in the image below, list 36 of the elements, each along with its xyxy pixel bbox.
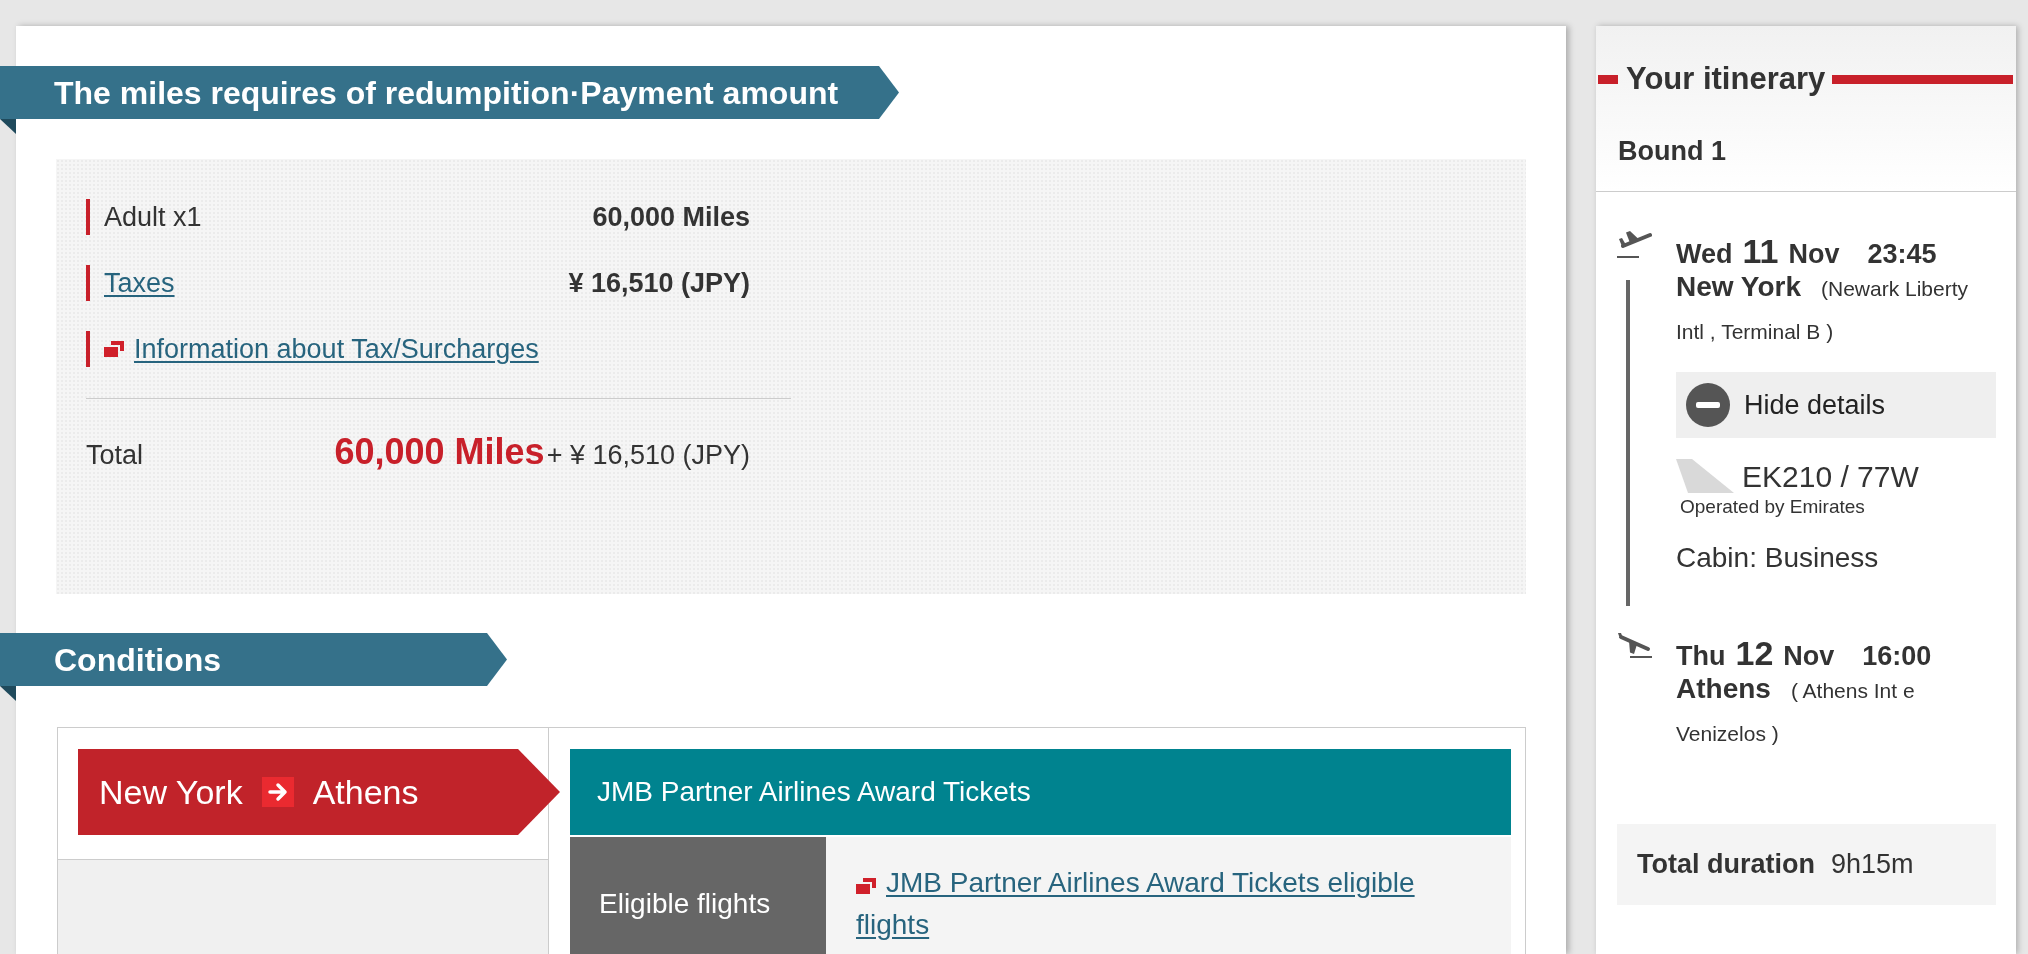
section-title: Conditions [54, 643, 222, 676]
row-link[interactable]: Taxes [104, 262, 175, 304]
ribbon-fold-drawing [0, 119, 16, 134]
price-value: 60,000 Miles [592, 200, 750, 234]
tail-fin-icon [1676, 459, 1734, 493]
section-title: The miles requires of redumpition·Payment amount [54, 76, 839, 109]
row-label: Adult x1 [104, 200, 202, 234]
details-toggle[interactable]: Hide details [1676, 372, 1996, 438]
flight-date: Wed 11 Nov [1676, 231, 1840, 272]
flight-date: Thu 12 Nov [1676, 633, 1835, 674]
flight-time: 16:00 [1862, 640, 1932, 673]
row-header-cell: Eligible flights [570, 837, 826, 954]
location-text: Athens ( Athens Int e Venizelos ) [1676, 672, 1916, 747]
ribbon-fold-drawing [0, 686, 16, 701]
operator-text: Operated by Emirates [1680, 495, 1865, 519]
total-miles: 60,000 Miles [334, 430, 545, 474]
destination-city: Athens [312, 771, 419, 813]
flight-number: EK210 / 77W [1742, 458, 1919, 495]
flight-time: 23:45 [1867, 238, 1937, 271]
origin-city: New York [99, 771, 243, 813]
total-label: Total [86, 439, 144, 472]
duration-label: Total duration [1637, 848, 1815, 882]
award-type-header: JMB Partner Airlines Award Tickets [570, 749, 1511, 835]
plane-landing-icon [1617, 633, 1652, 658]
arrow-right-icon [261, 777, 294, 807]
eligible-flights-link[interactable]: JMB Partner Airlines Award Tickets eligible flights [856, 863, 1451, 945]
stacked-squares-icon [104, 341, 124, 357]
bound-label: Bound 1 [1618, 136, 1726, 167]
info-link[interactable]: Information about Tax/Surcharges [134, 328, 539, 370]
itinerary-title: Your itinerary [1626, 59, 1826, 98]
price-value: ¥ 16,510 (JPY) [568, 266, 750, 300]
cabin-class: Cabin: Business [1676, 541, 1879, 575]
stacked-squares-icon [856, 878, 876, 895]
total-amount: + ¥ 16,510 (JPY) [546, 439, 750, 472]
location-text: New York (Newark Liberty Intl , Terminal B ) [1676, 270, 1970, 345]
duration-value: 9h15m [1831, 848, 1914, 882]
